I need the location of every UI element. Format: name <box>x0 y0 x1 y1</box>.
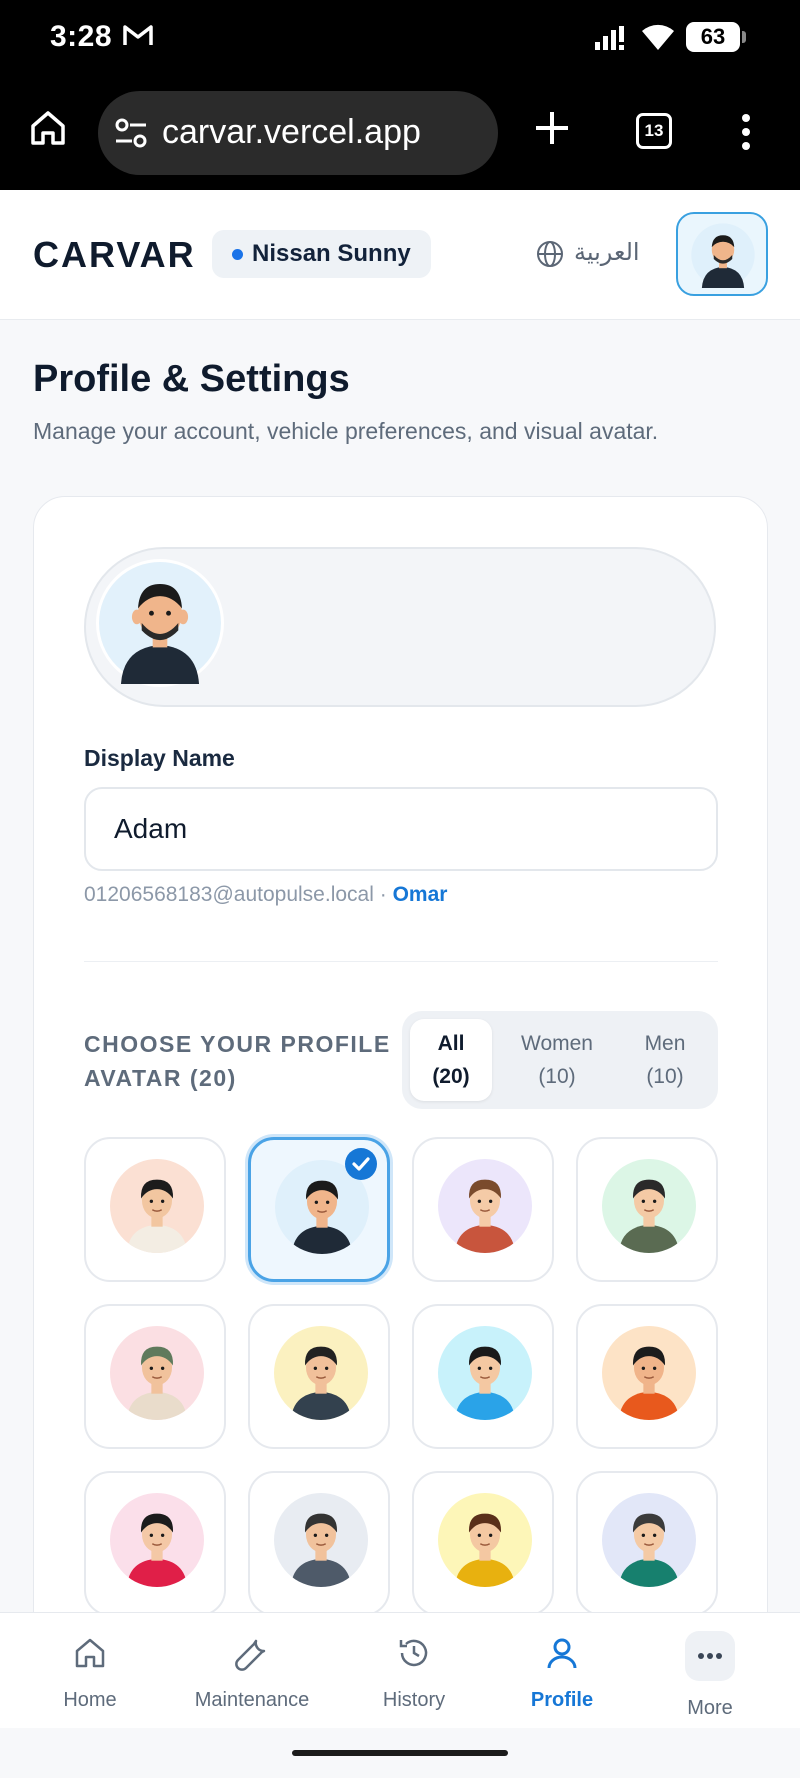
tab-all[interactable]: All (20) <box>410 1019 492 1101</box>
nav-more-label: More <box>687 1697 733 1719</box>
brand-logo[interactable]: CARVAR <box>33 234 196 276</box>
browser-toolbar: carvar.vercel.app 13 <box>0 78 800 190</box>
tab-all-count: (20) <box>432 1065 470 1088</box>
account-info-line: 01206568183@autopulse.local · Omar <box>84 883 447 907</box>
avatar-man-glasses-teal <box>602 1493 696 1587</box>
avatar-option[interactable] <box>248 1137 390 1282</box>
avatar-woman-curly-hair <box>438 1493 532 1587</box>
browser-home-icon[interactable] <box>28 108 68 148</box>
avatar-option[interactable] <box>576 1304 718 1449</box>
avatar-man-dark-shirt <box>274 1326 368 1420</box>
avatar-option[interactable] <box>412 1137 554 1282</box>
avatar-woman-ponytail <box>438 1326 532 1420</box>
tab-women[interactable]: Women (10) <box>502 1019 612 1101</box>
home-indicator[interactable] <box>292 1750 508 1756</box>
section-divider <box>84 961 718 962</box>
header-avatar-button[interactable] <box>676 212 768 296</box>
current-avatar-preview <box>84 547 716 707</box>
linked-account-link[interactable]: Omar <box>393 883 448 906</box>
avatar-option[interactable] <box>84 1137 226 1282</box>
info-separator: · <box>379 883 387 906</box>
profile-card: Display Name 01206568183@autopulse.local… <box>33 496 768 1778</box>
app-header: CARVAR Nissan Sunny العربية <box>0 190 800 320</box>
tab-men[interactable]: Men (10) <box>620 1019 710 1101</box>
more-icon <box>698 1653 722 1659</box>
wrench-icon <box>235 1639 266 1671</box>
nav-profile[interactable]: Profile <box>487 1613 637 1729</box>
tab-men-label: Men <box>644 1032 686 1055</box>
tab-all-label: All <box>437 1032 465 1055</box>
avatar-option[interactable] <box>248 1304 390 1449</box>
avatar-option[interactable] <box>412 1471 554 1616</box>
account-email: 01206568183@autopulse.local <box>84 883 374 906</box>
avatar-man-gray-shirt <box>274 1493 368 1587</box>
avatar-woman-hijab <box>110 1326 204 1420</box>
browser-menu-icon[interactable] <box>740 112 752 152</box>
nav-home-label: Home <box>63 1689 117 1711</box>
page-title: Profile & Settings <box>33 358 350 400</box>
status-bar: 3:28 63 <box>0 0 800 78</box>
nav-maintenance-label: Maintenance <box>194 1689 310 1711</box>
user-icon <box>547 1638 577 1669</box>
nav-history[interactable]: History <box>339 1613 489 1729</box>
home-icon <box>75 1638 105 1668</box>
page-subtitle: Manage your account, vehicle preferences… <box>33 418 659 444</box>
nav-home[interactable]: Home <box>15 1613 165 1729</box>
tab-switcher-button[interactable]: 13 <box>636 113 672 149</box>
nav-history-label: History <box>382 1689 446 1711</box>
avatar-woman-dark-hair <box>110 1159 204 1253</box>
avatar-woman-long-black-hair <box>110 1493 204 1587</box>
avatar-man-curly-hair <box>602 1326 696 1420</box>
avatar-section-heading: CHOOSE YOUR PROFILE AVATAR (20) <box>84 1031 391 1091</box>
avatar-option[interactable] <box>576 1137 718 1282</box>
nav-more[interactable]: More <box>635 1613 785 1729</box>
site-settings-icon[interactable] <box>114 117 148 149</box>
gmail-icon <box>123 25 153 45</box>
tab-men-count: (10) <box>646 1065 684 1088</box>
display-name-label: Display Name <box>84 745 235 771</box>
nav-maintenance[interactable]: Maintenance <box>177 1613 327 1729</box>
url-text: carvar.vercel.app <box>162 113 421 151</box>
avatar-option[interactable] <box>412 1304 554 1449</box>
wifi-icon <box>642 24 674 50</box>
vehicle-selector[interactable]: Nissan Sunny <box>212 230 431 278</box>
signal-icon <box>595 26 624 50</box>
nav-profile-label: Profile <box>530 1689 594 1711</box>
tab-women-count: (10) <box>538 1065 576 1088</box>
system-gesture-bar <box>0 1728 800 1778</box>
address-bar[interactable]: carvar.vercel.app <box>98 91 498 175</box>
status-time: 3:28 <box>50 20 113 53</box>
tab-women-label: Women <box>521 1032 593 1055</box>
avatar-option[interactable] <box>248 1471 390 1616</box>
selected-check-icon <box>345 1148 377 1180</box>
avatar-man-glasses-green <box>602 1159 696 1253</box>
avatar-option[interactable] <box>576 1471 718 1616</box>
avatar-filter-tabs: All (20) Women (10) Men (10) <box>402 1011 718 1109</box>
display-name-field[interactable] <box>84 787 718 871</box>
globe-icon <box>537 241 563 267</box>
history-icon <box>399 1639 428 1667</box>
bottom-navigation: Home Maintenance History Profile More <box>0 1612 800 1728</box>
more-button[interactable] <box>685 1631 735 1681</box>
avatar-option[interactable] <box>84 1471 226 1616</box>
avatar <box>96 559 224 687</box>
vehicle-status-dot <box>232 249 243 260</box>
avatar-woman-brown-hair <box>438 1159 532 1253</box>
new-tab-icon[interactable] <box>532 108 572 148</box>
language-label: العربية <box>574 239 640 266</box>
avatar-option[interactable] <box>84 1304 226 1449</box>
current-avatar-illustration <box>120 583 200 684</box>
battery-indicator: 63 <box>686 22 746 52</box>
avatar <box>691 223 755 288</box>
vehicle-name: Nissan Sunny <box>252 240 411 267</box>
